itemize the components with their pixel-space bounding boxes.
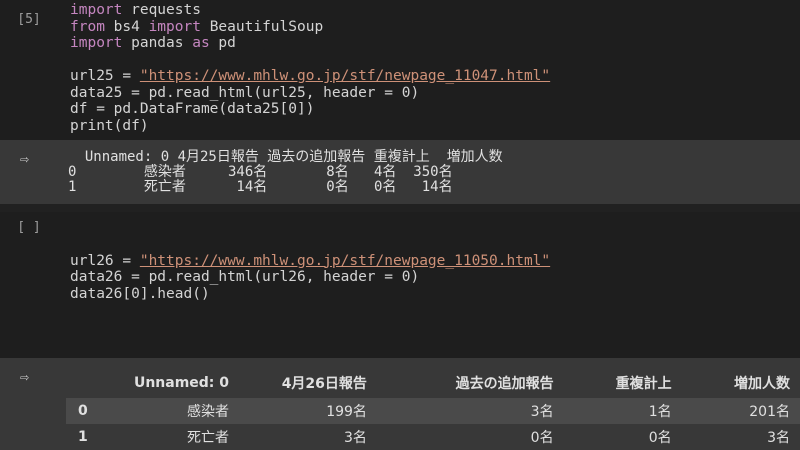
keyword-token: import [70,35,123,51]
execution-count[interactable]: [5] [0,12,58,27]
table-cell: 死亡者 [187,430,230,446]
table-cell: 0名 [530,430,554,446]
code-line: print(df) [70,118,550,135]
column-header [66,368,110,398]
string-token: "https://www.mhlw.go.jp/stf/newpage_1104… [139,68,551,84]
output-area-2: ⇨ Unnamed: 0 4月26日報告 過去の追加報告 重複計上 増加人数 0 感染者 1… [0,358,800,450]
keyword-token: from [70,18,105,35]
code-line: data26 = pd.read_html(url26, header = 0) [70,269,550,286]
column-header: Unnamed: 0 [133,375,230,391]
row-index: 0 [66,398,110,424]
code-cell-1[interactable]: [5] import requests from bs4 import Beaut… [0,0,800,140]
code-line: from bs4 import BeautifulSoup [70,19,550,36]
table-cell: 201名 [681,398,800,424]
code-token: pandas [122,35,193,51]
string-token: "https://www.mhlw.go.jp/stf/newpage_1105… [139,252,551,269]
output-icon[interactable]: ⇨ [20,370,42,385]
keyword-token: import [70,2,123,18]
code-token: url25 = [70,68,140,84]
keyword-token: import [148,18,201,35]
table-row: 0 感染者 199名 3名 1名 201名 [66,398,800,424]
code-token: data26[0].head() [70,285,210,302]
output-area-1: ⇨ Unnamed: 0 4月25日報告 過去の追加報告 重複計上 増加人数 0… [0,140,800,204]
table-cell: 0名 [648,430,672,446]
column-header: 4月26日報告 [281,376,367,392]
code-editor[interactable]: import requests from bs4 import Beautiful… [70,2,550,134]
code-token: BeautifulSoup [200,18,324,35]
table-cell: 3名 [767,430,790,446]
code-token: bs4 [104,18,149,35]
table-cell: 3名 [376,398,564,424]
code-token: pd [209,35,236,51]
code-editor[interactable]: url26 = "https://www.mhlw.go.jp/stf/newp… [70,236,550,302]
code-token: requests [122,2,201,18]
code-token: data26 = pd.read_html(url26, header = 0) [70,269,420,285]
code-line: url26 = "https://www.mhlw.go.jp/stf/newp… [70,253,550,270]
column-header: 過去の追加報告 [455,376,554,392]
code-token: df = pd.DataFrame(data25[0]) [70,101,315,117]
code-line: url25 = "https://www.mhlw.go.jp/stf/newp… [70,68,550,85]
table-cell: 199名 [239,398,377,424]
table-cell: 1名 [563,398,682,424]
code-token: print(df) [70,117,149,134]
code-line: df = pd.DataFrame(data25[0]) [70,101,550,118]
print-output: Unnamed: 0 4月25日報告 過去の追加報告 重複計上 増加人数 0 感… [68,149,503,195]
code-line: import requests [70,2,550,19]
output-icon[interactable]: ⇨ [20,152,42,167]
keyword-token: as [192,35,210,51]
table-row: 1 死亡者 3名 0名 0名 3名 [66,424,800,450]
execution-count[interactable]: [ ] [0,220,58,235]
code-cell-2[interactable]: [ ] url26 = "https://www.mhlw.go.jp/stf/… [0,212,800,358]
code-token: data25 = pd.read_html(url25, header = 0) [70,84,420,101]
column-header: 重複計上 [615,376,672,392]
table-cell: 感染者 [109,398,240,424]
row-index: 1 [78,429,88,445]
code-token: url26 = [70,252,140,269]
code-line: data25 = pd.read_html(url25, header = 0) [70,85,550,102]
code-line: data26[0].head() [70,286,550,303]
code-line: import pandas as pd [70,35,550,52]
column-header: 増加人数 [734,376,790,392]
dataframe-table: Unnamed: 0 4月26日報告 過去の追加報告 重複計上 増加人数 0 感染者 199… [66,368,800,450]
table-cell: 3名 [344,430,367,446]
